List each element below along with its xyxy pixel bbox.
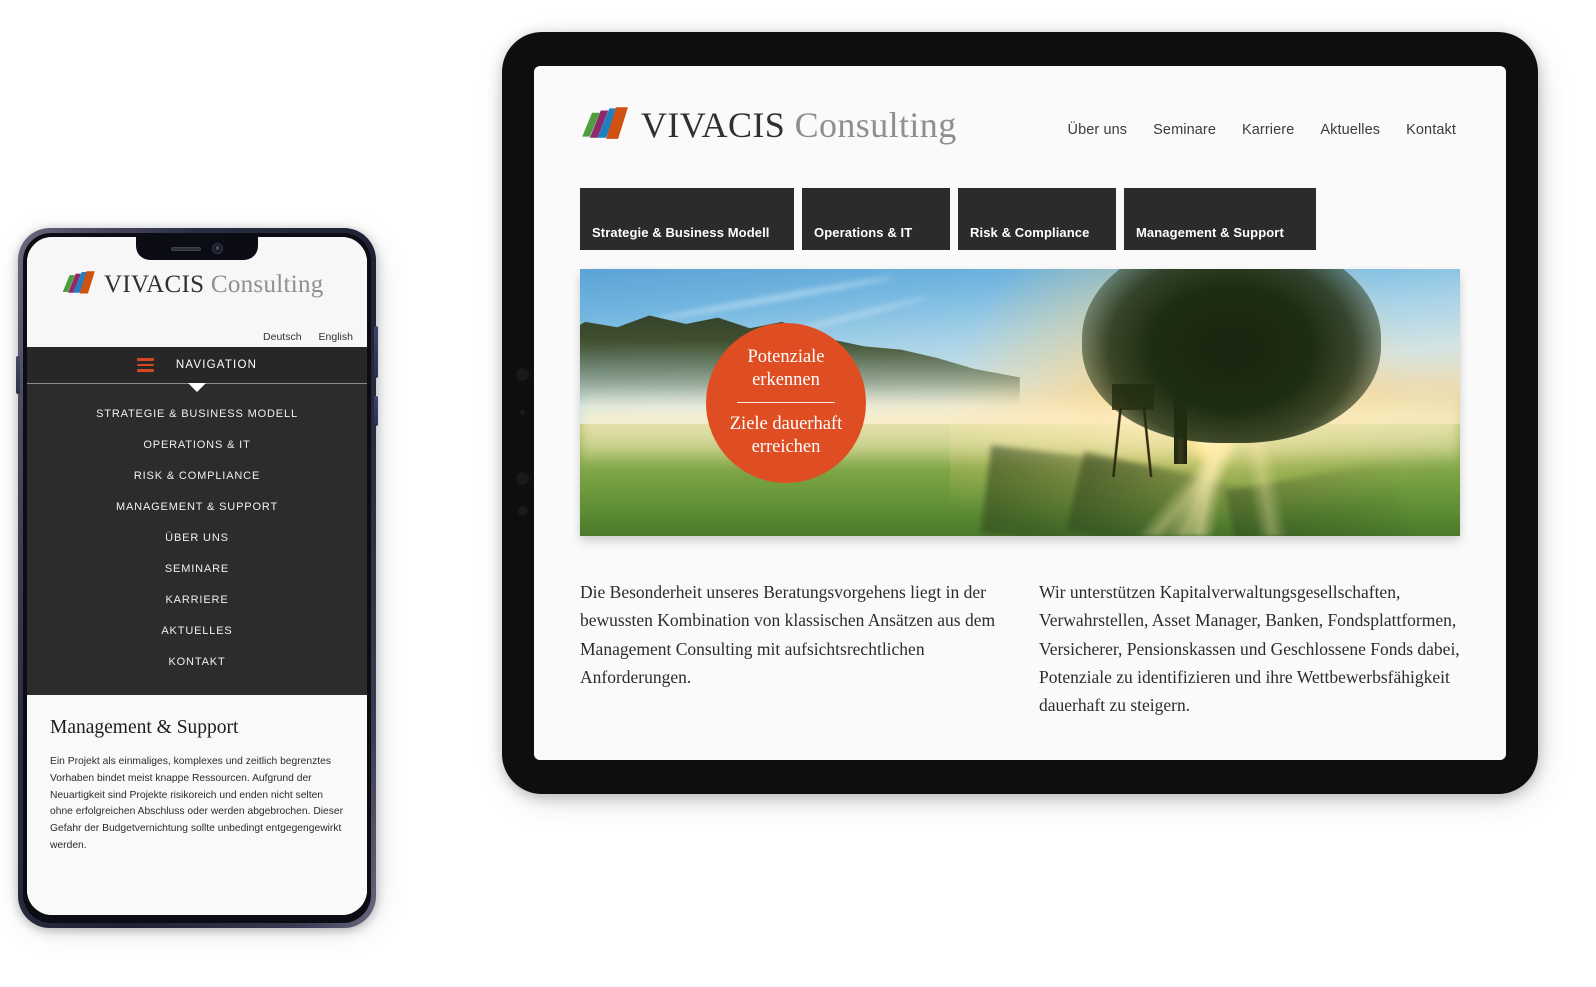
intro-column-right: Wir unterstützen Kapitalverwaltungsgesel… xyxy=(1039,582,1460,716)
intro-column-left: Die Besonderheit unseres Beratungsvorgeh… xyxy=(580,582,996,688)
phone-menu-item-karriere[interactable]: KARRIERE xyxy=(27,584,367,615)
phone-menu-item-kontakt[interactable]: KONTAKT xyxy=(27,646,367,677)
phone-content-body: Ein Projekt als einmaliges, komplexes un… xyxy=(50,756,344,851)
hero-slogan-bottom-line1: Ziele dauerhaft xyxy=(729,414,843,434)
phone-language-switcher: Deutsch English xyxy=(263,331,353,343)
brand-name-bold: VIVACIS xyxy=(104,270,205,298)
earpiece-speaker-icon xyxy=(171,246,201,251)
phone-frame: VIVACIS Consulting Deutsch English NAVIG… xyxy=(16,228,378,928)
tablet-sensor-icon xyxy=(520,410,525,415)
tab-management-support[interactable]: Management & Support xyxy=(1124,188,1316,250)
hero-slogan-bottom-line2: erreichen xyxy=(751,437,821,458)
tablet-front-camera-icon xyxy=(516,368,529,381)
tablet-logo-text: VIVACIS Consulting xyxy=(641,104,957,146)
nav-link-seminare[interactable]: Seminare xyxy=(1153,122,1216,138)
tablet-site-header: VIVACIS Consulting Über uns Seminare Kar… xyxy=(534,66,1506,146)
nav-link-ueber-uns[interactable]: Über uns xyxy=(1068,122,1128,138)
tablet-category-tabs: Strategie & Business Modell Operations &… xyxy=(534,146,1506,250)
phone-menu-item-ueber-uns[interactable]: ÜBER UNS xyxy=(27,522,367,553)
tablet-intro-columns: Die Besonderheit unseres Beratungsvorgeh… xyxy=(534,536,1506,720)
phone-menu-item-seminare[interactable]: SEMINARE xyxy=(27,553,367,584)
chevron-down-icon xyxy=(188,383,206,392)
phone-screen: VIVACIS Consulting Deutsch English NAVIG… xyxy=(27,237,367,915)
screenshot-stage: VIVACIS Consulting Deutsch English NAVIG… xyxy=(0,0,1596,987)
phone-menu-item-operations[interactable]: OPERATIONS & IT xyxy=(27,429,367,460)
phone-power-button[interactable] xyxy=(374,326,378,378)
phone-notch xyxy=(136,237,258,260)
tablet-logo[interactable]: VIVACIS Consulting xyxy=(580,104,957,146)
brand-name-light: Consulting xyxy=(210,270,324,298)
phone-side-button[interactable] xyxy=(16,356,20,394)
phone-menu-item-aktuelles[interactable]: AKTUELLES xyxy=(27,615,367,646)
phone-logo-text: VIVACIS Consulting xyxy=(104,271,324,299)
phone-volume-button[interactable] xyxy=(374,396,378,426)
tab-strategie-business-modell[interactable]: Strategie & Business Modell xyxy=(580,188,794,250)
nav-link-kontakt[interactable]: Kontakt xyxy=(1406,122,1456,138)
tablet-main-nav: Über uns Seminare Karriere Aktuelles Kon… xyxy=(1068,112,1461,138)
lang-link-english[interactable]: English xyxy=(319,331,353,343)
hero-slogan-top: Potenziale erkennen xyxy=(733,346,838,392)
phone-bezel: VIVACIS Consulting Deutsch English NAVIG… xyxy=(23,233,371,923)
nav-link-aktuelles[interactable]: Aktuelles xyxy=(1320,122,1380,138)
front-camera-icon xyxy=(212,243,223,254)
brand-name-light: Consulting xyxy=(794,105,957,145)
tablet-side-button-secondary[interactable] xyxy=(518,506,528,516)
vivacis-logo-icon xyxy=(61,269,95,300)
brand-name-bold: VIVACIS xyxy=(641,105,786,145)
phone-nav-menu: STRATEGIE & BUSINESS MODELL OPERATIONS &… xyxy=(27,384,367,695)
nav-link-karriere[interactable]: Karriere xyxy=(1242,122,1294,138)
phone-nav-toggle-label: NAVIGATION xyxy=(175,359,258,371)
phone-content-section: Management & Support Ein Projekt als ein… xyxy=(27,695,367,915)
tablet-screen: VIVACIS Consulting Über uns Seminare Kar… xyxy=(534,66,1506,760)
hero-slogan-top-line1: Potenziale xyxy=(747,346,825,367)
hero-slogan-top-line2: erkennen xyxy=(752,369,820,390)
phone-menu-item-management[interactable]: MANAGEMENT & SUPPORT xyxy=(27,491,367,522)
phone-menu-item-strategie[interactable]: STRATEGIE & BUSINESS MODELL xyxy=(27,398,367,429)
hero-banner: Potenziale erkennen Ziele dauerhaft erre… xyxy=(580,269,1460,536)
phone-menu-item-risk[interactable]: RISK & COMPLIANCE xyxy=(27,460,367,491)
hero-tree-canopy xyxy=(1081,269,1381,443)
phone-content-title: Management & Support xyxy=(50,717,239,738)
vivacis-logo-icon xyxy=(580,104,628,146)
phone-nav-toggle-bar[interactable]: NAVIGATION xyxy=(27,347,367,392)
tablet-frame: VIVACIS Consulting Über uns Seminare Kar… xyxy=(502,32,1538,794)
phone-page: VIVACIS Consulting Deutsch English NAVIG… xyxy=(27,237,367,915)
tab-risk-compliance[interactable]: Risk & Compliance xyxy=(958,188,1116,250)
tablet-device-mockup: VIVACIS Consulting Über uns Seminare Kar… xyxy=(502,32,1546,802)
lang-link-deutsch[interactable]: Deutsch xyxy=(263,331,302,343)
hero-slogan-bottom: Ziele dauerhaft erreichen xyxy=(716,413,856,459)
hero-slogan-divider xyxy=(737,402,835,403)
phone-logo[interactable]: VIVACIS Consulting xyxy=(43,265,351,300)
hamburger-menu-icon[interactable] xyxy=(136,358,154,372)
hero-slogan-badge: Potenziale erkennen Ziele dauerhaft erre… xyxy=(706,322,866,483)
tablet-page: VIVACIS Consulting Über uns Seminare Kar… xyxy=(534,66,1506,760)
phone-device-mockup: VIVACIS Consulting Deutsch English NAVIG… xyxy=(16,228,380,933)
tablet-side-button[interactable] xyxy=(516,472,529,485)
tab-operations-it[interactable]: Operations & IT xyxy=(802,188,950,250)
